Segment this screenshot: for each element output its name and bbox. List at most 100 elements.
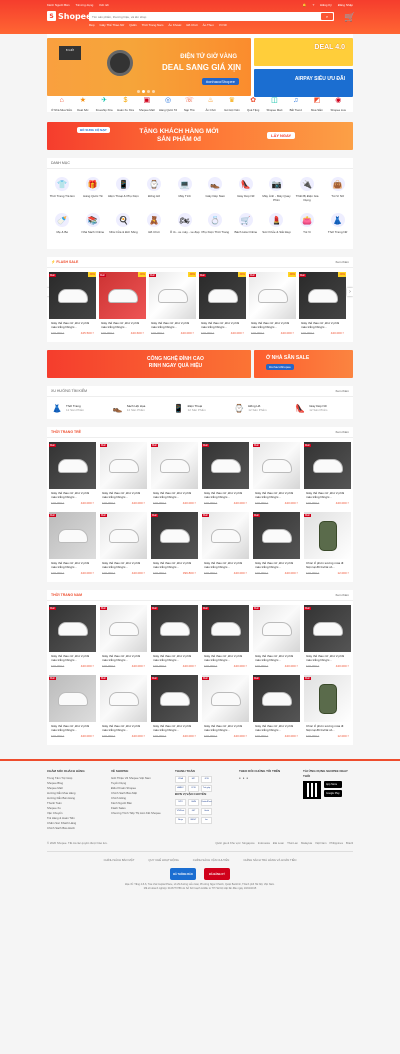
quick-icon-item[interactable]: ▣ Shopee Mall [136,94,157,112]
bell-icon[interactable]: 🔔 [303,3,307,7]
quick-icon-item[interactable]: ♨ Ăn Chơi [200,94,221,112]
legal-link[interactable]: CHÍNH SÁCH TRẢ HÀNG VÀ HOÀN TIỀN [243,858,296,862]
cart-icon[interactable]: 🛒 [344,12,355,23]
search-input[interactable] [92,14,321,19]
quick-icon-item[interactable]: ◎ Hàng Quốc Tế [157,94,178,112]
quick-icon-item[interactable]: $ Hoàn Xu Xtra [115,94,136,113]
facebook-icon[interactable]: ● [239,776,241,780]
product-card[interactable]: -40% Mall Giày thể thao nữ ,khứ 2 phối màu… [99,272,146,338]
side-banner-deal[interactable]: DEAL 4.0 [254,38,353,66]
product-card[interactable]: Mall Giày thể thao nữ ,khứ 2 phối màu trắ… [100,442,147,508]
category-item[interactable]: 📚 Nhà Sách Online [78,209,109,245]
suggestion-link[interactable]: Áo Khoác [168,23,181,27]
trend-item[interactable]: 📱 Điện Thoại 12 Sản Phẩm [173,402,228,414]
trends-see-more[interactable]: Xem thêm [335,389,349,393]
product-card[interactable]: Mall Giày thể thao nữ ,khứ 2 phối màu trắ… [100,512,147,578]
product-card[interactable]: Mall Giày thể thao nữ ,khứ 2 phối màu trắ… [49,512,96,578]
suggestion-link[interactable]: Thời Trang Nam [142,23,164,27]
country-link[interactable]: Brazil [346,841,353,845]
product-card[interactable]: Mall Giày thể thao nữ ,khứ 2 phối màu trắ… [202,605,249,671]
category-item[interactable]: 👛 Túi Ví [292,209,323,245]
category-item[interactable]: 💻 Máy Tính [169,173,200,209]
trend-item[interactable]: 👞 Sách Hội Họa 12 Sản Phẩm [112,402,167,414]
suggestion-link[interactable]: Dép [89,23,95,27]
category-item[interactable]: 📷 Máy Ảnh - Máy Quay Phim [261,173,292,209]
product-card[interactable]: Mall Giày thể thao nữ ,khứ 2 phối màu trắ… [253,605,300,671]
category-item[interactable]: 🛒 Bách Hóa Online [231,209,262,245]
tech-banner[interactable]: CÔNG NGHỆ ĐỈNH CAO RINH NGAY QUÀ HIỆU [47,350,251,378]
category-item[interactable]: 👞 Giày Dép Nam [200,173,231,209]
category-item[interactable]: 🧸 Đồ Chơi [139,209,170,245]
legal-link[interactable]: CHÍNH SÁCH BẢO MẬT [104,858,135,862]
main-carousel[interactable]: 8 GIỜ ĐIỆN TỬ GIỜ VÀNG DEAL SANG GIÁ XỊN… [47,38,251,96]
promo-banner[interactable]: BỔ SUNG CỘ NẠP TẶNG KHÁCH HÀNG MỚI SẢN PH… [47,122,353,150]
category-item[interactable]: 🏍 Ô tô - xe máy - xe đạp [169,209,200,245]
next-arrow[interactable]: › [347,288,353,296]
product-card[interactable]: Mall Giày thể thao nữ ,khứ 2 phối màu trắ… [151,675,198,741]
product-card[interactable]: Mall Giày thể thao nữ ,khứ 2 phối màu trắ… [304,605,351,671]
product-card[interactable]: Mall Giày thể thao nữ ,khứ 2 phối màu trắ… [151,605,198,671]
product-card[interactable]: Mall Giày thể thao nữ ,khứ 2 phối màu trắ… [202,675,249,741]
product-card[interactable]: Mall Giày thể thao nữ ,khứ 2 phối màu trắ… [100,675,147,741]
product-card[interactable]: Mall Chúc zỉ phơn sương mùa đi hiện tại đ… [304,675,351,741]
instagram-icon[interactable]: ● [243,776,245,780]
product-card[interactable]: Mall Giày thể thao nữ ,khứ 2 phối màu trắ… [304,442,351,508]
footer-link[interactable]: Chương Trình Tiếp Thị Liên Kết Shopee [111,811,161,816]
product-card[interactable]: Mall Giày thể thao nữ ,khứ 2 phối màu trắ… [151,442,198,508]
trend-item[interactable]: ⌚ Đồng Hồ 12 Sản Phẩm [233,402,288,414]
promo-button[interactable]: LẤY NGAY [267,132,296,139]
shopee-logo[interactable]: S Shopee [47,11,92,21]
quick-icon-item[interactable]: ♛ Gói Hội Viên [221,94,242,112]
category-item[interactable]: 👕 Thời Trang Trẻ Em [47,173,78,209]
product-card[interactable]: Mall Giày thể thao nữ ,khứ 2 phối màu trắ… [151,512,198,578]
suggestion-link[interactable]: Ví Nữ [219,23,227,27]
country-link[interactable]: Thái Lan [287,841,298,845]
qr-code[interactable] [303,781,321,799]
store-button[interactable]: App Store [324,781,342,788]
product-card[interactable]: Mall Giày thể thao nữ ,khứ 2 phối màu trắ… [49,605,96,671]
young-see-more[interactable]: Xem thêm [335,430,349,434]
trend-item[interactable]: 👠 Giày Dép Nữ 12 Sản Phẩm [294,402,349,414]
cert-notified[interactable]: ĐÃ THÔNG BÁO [170,868,196,880]
quick-icon-item[interactable]: ★ Deal Sốc [72,94,93,112]
category-item[interactable]: 💄 Sức Khỏe & Sắc Đẹp [261,209,292,245]
category-item[interactable]: 📱 Điện Thoại & Phụ Kiện [108,173,139,209]
country-link[interactable]: Việt Nam [315,841,326,845]
topbar-link[interactable]: Kết nối [99,3,108,7]
search-button[interactable]: ⌕ [321,13,333,20]
trend-item[interactable]: 👗 Thời Trang 12 Sản Phẩm [51,402,106,414]
legal-link[interactable]: CHÍNH SÁCH VẬN CHUYỂN [193,858,230,862]
country-link[interactable]: Philippines [329,841,343,845]
product-card[interactable]: Mall Giày thể thao nữ ,khứ 2 phối màu trắ… [202,512,249,578]
category-item[interactable]: 🍳 Nhà Cửa & Đời Sống [108,209,139,245]
quick-icon-item[interactable]: ⌂ Ở Nhà Mua Sắm [51,94,72,113]
product-card[interactable]: -30% Mall Giày thể thao nữ ,khứ 2 phối màu… [149,272,196,338]
auth-link[interactable]: Đăng Ký [320,3,332,7]
side-banner-airpay[interactable]: AIRPAY SIÊU ƯU ĐÃI [254,69,353,97]
topbar-link[interactable]: Tải ứng dụng [76,3,94,7]
product-card[interactable]: -30% Mall Giày thể thao nữ ,khứ 2 phối màu… [49,272,96,338]
help-icon[interactable]: ? [313,3,315,7]
category-item[interactable]: 🎁 Hàng Quốc Tế [78,173,109,209]
country-link[interactable]: Đài Loan [273,841,284,845]
product-card[interactable]: Mall Giày thể thao nữ ,khứ 2 phối màu trắ… [253,675,300,741]
country-link[interactable]: Indonesia [258,841,270,845]
sale-banner[interactable]: Ở NHÀ SĂN SALE #onhacoShopee [254,350,353,378]
category-item[interactable]: ⌚ Đồng Hồ [139,173,170,209]
country-link[interactable]: Quốc gia & Khu vực: Singapore [215,841,254,845]
category-item[interactable]: 👗 Thời Trang Nữ [322,209,353,245]
product-card[interactable]: Mall Giày thể thao nữ ,khứ 2 phối màu trắ… [49,675,96,741]
category-item[interactable]: 🍼 Mẹ & Bé [47,209,78,245]
category-item[interactable]: 👠 Giày Dép Nữ [231,173,262,209]
product-card[interactable]: -30% Mall Giày thể thao nữ ,khứ 2 phối màu… [199,272,246,338]
product-card[interactable]: Mall Giày thể thao nữ ,khứ 2 phối màu trắ… [253,442,300,508]
flash-see-more[interactable]: Xem thêm [335,260,349,264]
linkedin-icon[interactable]: ● [246,776,248,780]
category-item[interactable]: 👜 Túi Ví Nữ [322,173,353,209]
quick-icon-item[interactable]: ✈ Freeship Xtra [94,94,115,112]
country-link[interactable]: Malaysia [301,841,312,845]
category-item[interactable]: 💍 Phụ Kiện Thời Trang [200,209,231,245]
quick-icon-item[interactable]: ☏ Nạp Thẻ [179,94,200,112]
category-item[interactable]: 🔌 Thiết Bị Điện Gia Dụng [292,173,323,209]
product-card[interactable]: Mall Giày thể thao nữ ,khứ 2 phối màu trắ… [100,605,147,671]
